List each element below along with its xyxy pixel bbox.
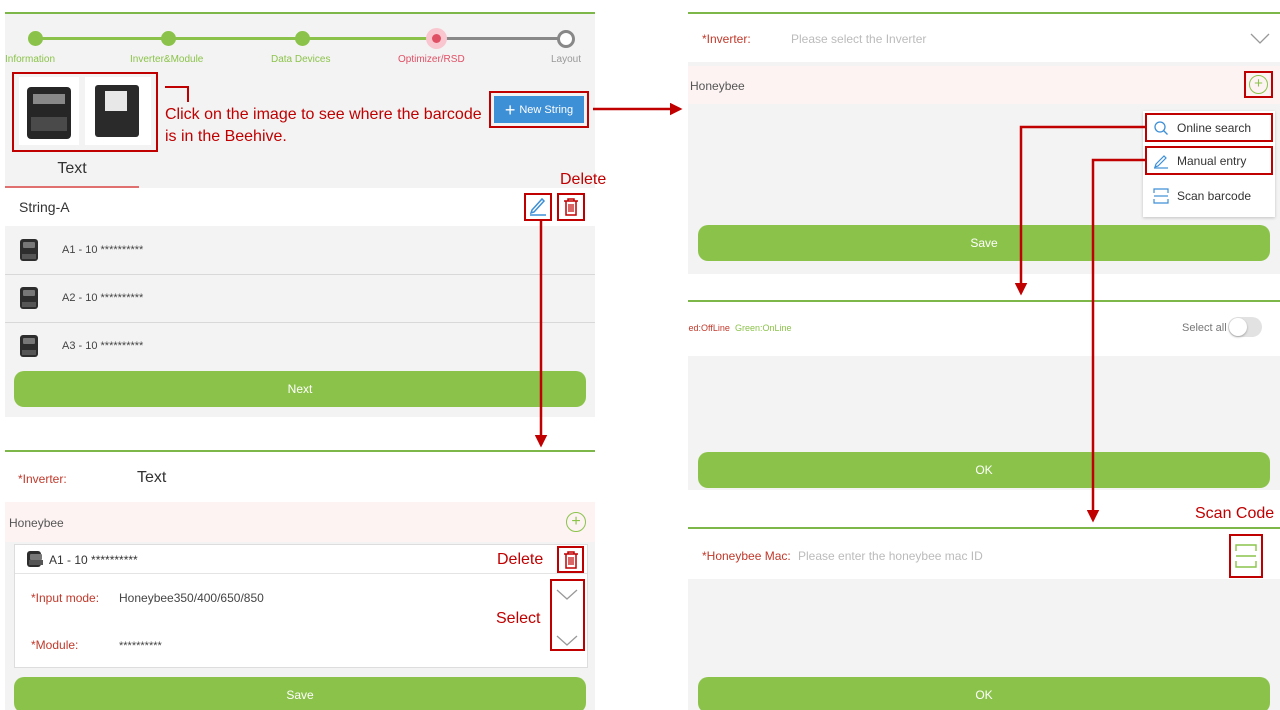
step-dot-optimizer-rsd-inner (432, 34, 441, 43)
menu-item-online-search[interactable]: Online search (1153, 119, 1271, 137)
panel-top-border (5, 12, 595, 14)
optimizer-list: A1 - 10 ********** A2 - 10 ********** A3… (5, 227, 595, 372)
select-annotation: Select (496, 610, 541, 627)
menu-item-label: Manual entry (1177, 154, 1247, 168)
new-string-button[interactable]: + New String (494, 96, 584, 123)
scan-icon (1153, 188, 1169, 204)
optimizer-device-icon (20, 239, 38, 261)
scan-code-annotation: Scan Code (1195, 505, 1275, 522)
inverter-label: *Inverter: (18, 472, 67, 486)
search-icon (1154, 121, 1168, 135)
beehive-image-back[interactable] (85, 77, 151, 145)
inverter-label: *Inverter: (702, 32, 751, 46)
step-label-layout: Layout (551, 54, 582, 65)
honeybee-row (5, 502, 595, 542)
input-mode-value[interactable]: Honeybee350/400/650/850 (119, 591, 264, 605)
string-name: String-A (19, 199, 70, 215)
inverter-value[interactable]: Text (137, 469, 166, 487)
menu-item-scan-barcode[interactable]: Scan barcode (1153, 187, 1271, 205)
chevron-down-icon[interactable] (555, 634, 579, 648)
plus-icon: + (504, 99, 516, 120)
edit-icon[interactable] (528, 195, 548, 217)
trash-icon[interactable] (561, 549, 581, 571)
input-mode-label: *Input mode: (31, 591, 100, 605)
step-dot-information[interactable] (28, 31, 43, 46)
mac-input[interactable]: Please enter the honeybee mac ID (798, 549, 983, 563)
optimizer-device-icon (27, 551, 43, 567)
scan-icon[interactable] (1235, 544, 1257, 568)
new-string-label: New String (519, 103, 574, 116)
select-all-toggle[interactable] (1228, 317, 1262, 337)
device-front-label (33, 94, 65, 104)
tab-text[interactable]: Text (5, 152, 139, 188)
add-honeybee-icon[interactable]: + (566, 512, 586, 532)
next-button[interactable]: Next (14, 371, 586, 407)
list-item-label: A2 - 10 ********** (62, 292, 144, 304)
chevron-down-icon[interactable] (555, 588, 579, 602)
string-header-row (5, 188, 595, 226)
step-label-data-devices: Data Devices (271, 54, 331, 65)
online-search-panel: Red:OffLine Green:OnLine Select all OK (688, 300, 1280, 490)
step-label-inverter-module: Inverter&Module (130, 54, 204, 65)
menu-item-label: Online search (1177, 121, 1252, 135)
step-dot-inverter-module[interactable] (161, 31, 176, 46)
honeybee-label: Honeybee (690, 79, 745, 93)
inverter-row (5, 452, 595, 502)
offline-legend: Red:OffLine (688, 323, 730, 333)
online-legend: Green:OnLine (735, 323, 792, 333)
menu-item-manual-entry[interactable]: Manual entry (1153, 152, 1271, 170)
step-dot-data-devices[interactable] (295, 31, 310, 46)
tip-callout-line (165, 86, 189, 102)
honeybee-label: Honeybee (9, 516, 64, 530)
step-label-optimizer-rsd: Optimizer/RSD (398, 54, 465, 65)
pencil-icon (1154, 155, 1168, 169)
chevron-down-icon[interactable] (1250, 32, 1270, 44)
inverter-select-panel: *Inverter: Please select the Inverter Ho… (688, 12, 1280, 274)
module-label: *Module: (31, 638, 79, 652)
manual-entry-panel: *Honeybee Mac: Please enter the honeybee… (688, 527, 1280, 710)
optimizer-device-icon (20, 287, 38, 309)
card-divider (15, 573, 587, 574)
step-progress-remaining (435, 37, 571, 40)
add-method-menu: Online search Manual entry Scan barcode (1143, 111, 1275, 217)
card-title: A1 - 10 ********** (49, 553, 138, 567)
device-front-connector (31, 117, 67, 131)
beehive-image-front[interactable] (19, 77, 79, 145)
delete-annotation-bottom: Delete (497, 551, 544, 568)
mac-label: *Honeybee Mac: (702, 549, 791, 563)
inverter-row (688, 14, 1280, 62)
ok-button[interactable]: OK (698, 452, 1270, 488)
list-item-label: A1 - 10 ********** (62, 244, 144, 256)
list-item[interactable]: A2 - 10 ********** (5, 275, 595, 322)
tab-text-label: Text (57, 160, 87, 177)
optimizer-edit-panel: *Inverter: Text Honeybee + A1 - 10 *****… (5, 450, 595, 710)
inverter-select-placeholder[interactable]: Please select the Inverter (791, 32, 926, 46)
honeybee-row (688, 66, 1280, 104)
list-item-label: A3 - 10 ********** (62, 340, 144, 352)
toggle-knob (1229, 318, 1247, 336)
save-button[interactable]: Save (14, 677, 586, 710)
device-back-sticker (105, 91, 127, 111)
string-setup-panel: Information Inverter&Module Data Devices… (5, 12, 595, 417)
trash-icon[interactable] (561, 196, 581, 218)
add-honeybee-icon[interactable]: + (1249, 75, 1268, 94)
step-label-information: Information (5, 54, 56, 65)
module-value[interactable]: ********** (119, 640, 162, 652)
save-button[interactable]: Save (698, 225, 1270, 261)
ok-button[interactable]: OK (698, 677, 1270, 710)
delete-annotation-top: Delete (560, 171, 607, 188)
list-item[interactable]: A1 - 10 ********** (5, 227, 595, 274)
select-all-label: Select all (1182, 322, 1227, 334)
optimizer-device-icon (20, 335, 38, 357)
list-item[interactable]: A3 - 10 ********** (5, 323, 595, 370)
step-dot-layout[interactable] (557, 30, 575, 48)
menu-item-label: Scan barcode (1177, 189, 1252, 203)
barcode-tip-text: Click on the image to see where the barc… (165, 106, 482, 145)
